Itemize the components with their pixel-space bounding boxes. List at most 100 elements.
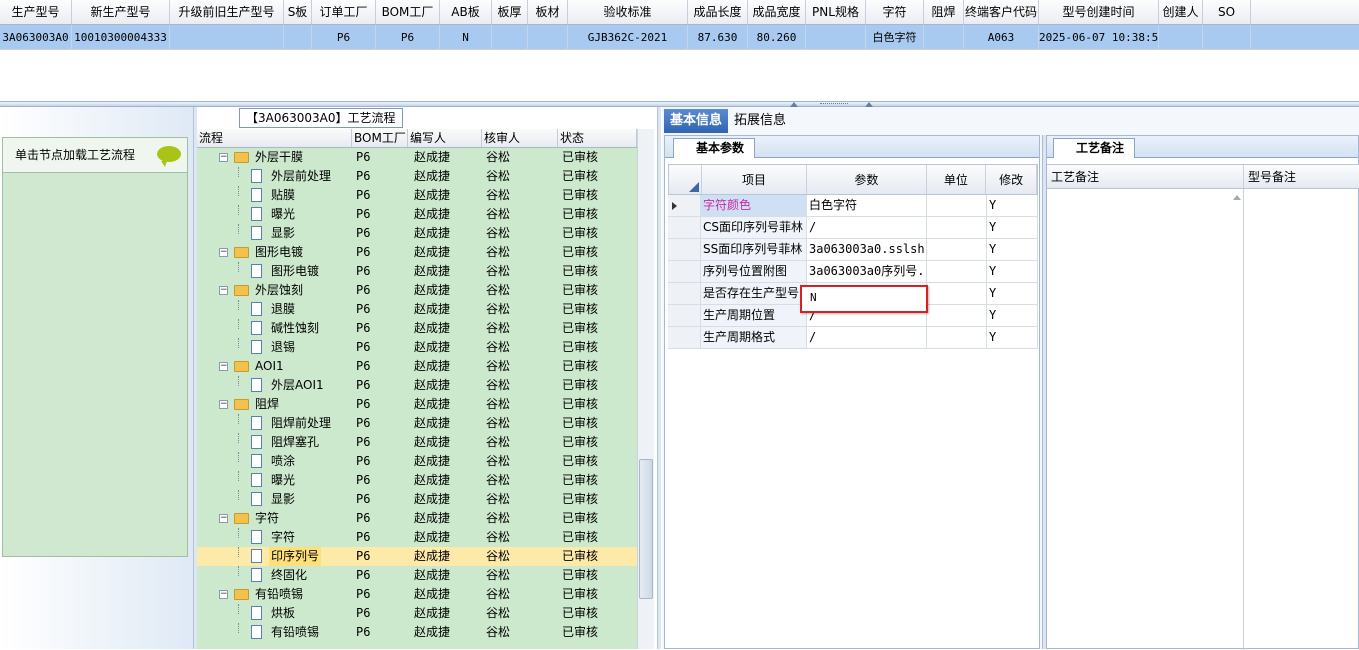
col-so[interactable]: SO [1203,0,1251,24]
collapse-icon[interactable]: − [219,286,228,295]
tree-node[interactable]: 退锡 [197,338,352,357]
tree-node[interactable]: − 外层干膜 [197,148,352,167]
col-width[interactable]: 成品宽度 [748,0,806,24]
param-unit[interactable] [927,327,987,348]
cell-old-model[interactable] [170,25,284,49]
tree-row[interactable]: 曝光 P6 赵成捷 谷松 已审核 [197,471,637,490]
col-bom-factory[interactable]: BOM工厂 [376,0,440,24]
row-indicator[interactable] [668,261,701,282]
tab-process-notes[interactable]: 工艺备注 [1053,138,1136,158]
param-modify[interactable]: Y [987,327,1038,348]
tree-node[interactable]: − 图形电镀 [197,243,352,262]
tree-row[interactable]: 喷涂 P6 赵成捷 谷松 已审核 [197,452,637,471]
collapse-icon[interactable]: − [219,514,228,523]
cell-s-board[interactable] [284,25,312,49]
tree-row[interactable]: 曝光 P6 赵成捷 谷松 已审核 [197,205,637,224]
tree-row[interactable]: 碱性蚀刻 P6 赵成捷 谷松 已审核 [197,319,637,338]
col-process-notes[interactable]: 工艺备注 [1047,165,1244,188]
param-unit[interactable] [927,195,987,216]
cell-length[interactable]: 87.630 [688,25,748,49]
col-pnl-spec[interactable]: PNL规格 [806,0,866,24]
tree-node[interactable]: 贴膜 [197,186,352,205]
tree-node[interactable]: − 外层蚀刻 [197,281,352,300]
tree-row[interactable]: − 有铅喷锡 P6 赵成捷 谷松 已审核 [197,585,637,604]
tree-node[interactable]: 退膜 [197,300,352,319]
col-acceptance-std[interactable]: 验收标准 [568,0,688,24]
col-model-notes[interactable]: 型号备注 [1244,165,1359,188]
cell-thickness[interactable] [492,25,528,49]
col-model[interactable]: 生产型号 [0,0,72,24]
col-modify[interactable]: 修改 [986,165,1037,194]
tree-row[interactable]: 终固化 P6 赵成捷 谷松 已审核 [197,566,637,585]
scrollbar-thumb[interactable] [639,459,653,599]
collapse-icon[interactable]: − [219,362,228,371]
col-s-board[interactable]: S板 [284,0,312,24]
row-indicator[interactable] [668,195,701,216]
col-length[interactable]: 成品长度 [688,0,748,24]
cell-customer-code[interactable]: A063 [964,25,1039,49]
tree-node[interactable]: 烘板 [197,604,352,623]
splitter-grip[interactable] [820,103,848,106]
param-value-editor[interactable]: N [800,285,928,313]
tree-row[interactable]: − 阻焊 P6 赵成捷 谷松 已审核 [197,395,637,414]
param-unit[interactable] [927,217,987,238]
tree-row[interactable]: 贴膜 P6 赵成捷 谷松 已审核 [197,186,637,205]
tree-row[interactable]: − 外层蚀刻 P6 赵成捷 谷松 已审核 [197,281,637,300]
tree-row[interactable]: 外层前处理 P6 赵成捷 谷松 已审核 [197,167,637,186]
param-modify[interactable]: Y [987,283,1038,304]
col-thickness[interactable]: 板厚 [492,0,528,24]
row-indicator[interactable] [668,217,701,238]
select-all-cell[interactable] [669,165,702,194]
param-value[interactable]: 3a063003a0.sslsh [807,239,927,260]
cell-create-time[interactable]: 2025-06-07 10:38:54 [1039,25,1159,49]
param-modify[interactable]: Y [987,217,1038,238]
cell-model[interactable]: 3A063003A0 [0,25,72,49]
tree-row[interactable]: 字符 P6 赵成捷 谷松 已审核 [197,528,637,547]
param-unit[interactable] [927,283,987,304]
col-reviewer[interactable]: 核审人 [482,129,558,147]
collapse-icon[interactable]: − [219,153,228,162]
tree-node[interactable]: 字符 [197,528,352,547]
param-row[interactable]: 序列号位置附图 3a063003a0序列号... Y [668,261,1038,283]
tree-node[interactable]: 终固化 [197,566,352,585]
load-process-box[interactable]: 单击节点加载工艺流程 [2,137,188,557]
param-unit[interactable] [927,305,987,326]
collapse-icon[interactable]: − [219,400,228,409]
col-new-model[interactable]: 新生产型号 [72,0,170,24]
col-character[interactable]: 字符 [866,0,924,24]
cell-width[interactable]: 80.260 [748,25,806,49]
tree-row[interactable]: − 字符 P6 赵成捷 谷松 已审核 [197,509,637,528]
col-customer-code[interactable]: 终端客户代码 [964,0,1039,24]
cell-bom-factory[interactable]: P6 [376,25,440,49]
tree-row[interactable]: 退膜 P6 赵成捷 谷松 已审核 [197,300,637,319]
tree-row[interactable]: − 图形电镀 P6 赵成捷 谷松 已审核 [197,243,637,262]
cell-solder-mask[interactable] [924,25,964,49]
param-unit[interactable] [927,261,987,282]
row-indicator[interactable] [668,305,701,326]
cell-creator[interactable] [1159,25,1203,49]
cell-character[interactable]: 白色字符 [866,25,924,49]
param-value[interactable]: / [807,217,927,238]
collapse-icon[interactable]: − [219,248,228,257]
tree-row[interactable]: 显影 P6 赵成捷 谷松 已审核 [197,224,637,243]
col-creator[interactable]: 创建人 [1159,0,1203,24]
tab-basic-params[interactable]: 基本参数 [673,138,756,158]
tree-node[interactable]: 碱性蚀刻 [197,319,352,338]
col-material[interactable]: 板材 [528,0,568,24]
cell-ab-board[interactable]: N [440,25,492,49]
tree-row[interactable]: 退锡 P6 赵成捷 谷松 已审核 [197,338,637,357]
tree-row[interactable]: 阻焊塞孔 P6 赵成捷 谷松 已审核 [197,433,637,452]
col-ab-board[interactable]: AB板 [440,0,492,24]
param-row[interactable]: SS面印序列号菲林 3a063003a0.sslsh Y [668,239,1038,261]
cell-order-factory[interactable]: P6 [312,25,376,49]
col-order-factory[interactable]: 订单工厂 [312,0,376,24]
tree-node[interactable]: − 阻焊 [197,395,352,414]
param-value[interactable]: / [807,327,927,348]
tree-node[interactable]: − AOI1 [197,357,352,376]
tree-node[interactable]: 曝光 [197,205,352,224]
col-old-model[interactable]: 升级前旧生产型号 [170,0,284,24]
param-modify[interactable]: Y [987,305,1038,326]
model-grid-row[interactable]: 3A063003A0 10010300004333 P6 P6 N GJB362C-202… [0,25,1359,50]
tree-node[interactable]: 印序列号 [197,547,352,566]
param-row[interactable]: CS面印序列号菲林 / Y [668,217,1038,239]
